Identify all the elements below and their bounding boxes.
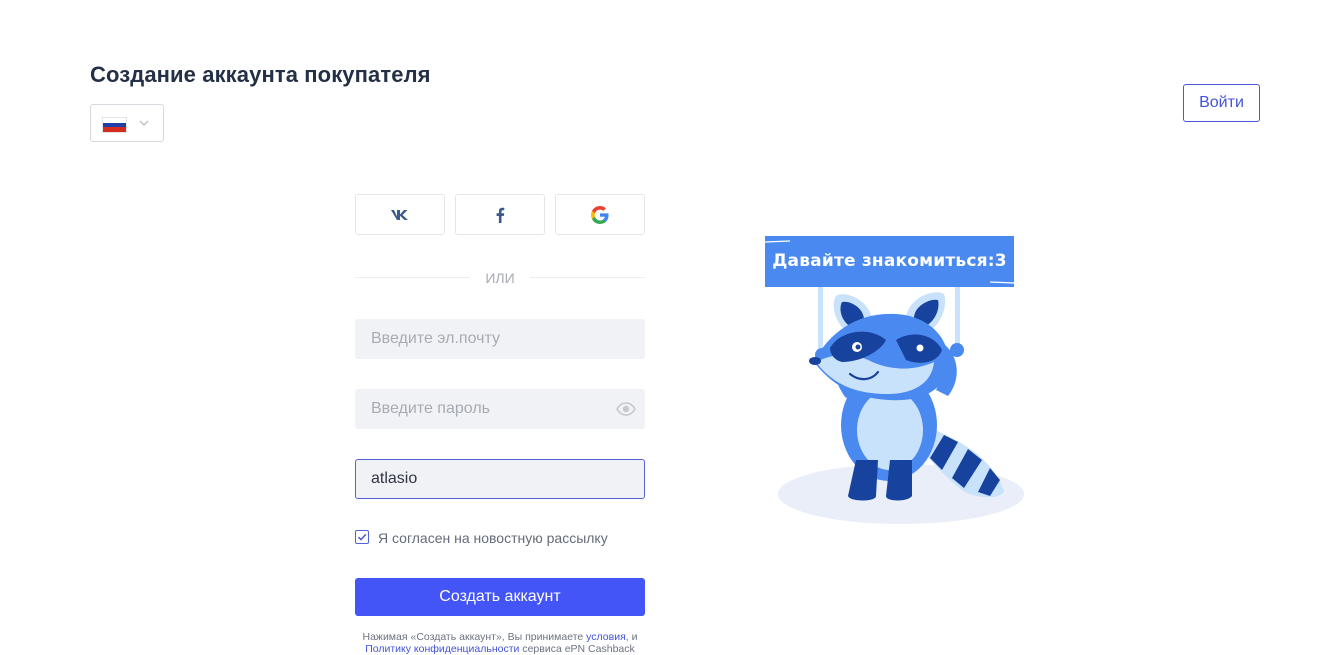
terms-link[interactable]: условия [586, 631, 626, 643]
language-select[interactable] [90, 104, 164, 142]
privacy-policy-link[interactable]: Политику конфиденциальности [365, 643, 519, 655]
terms-prefix: Нажимая «Создать аккаунт», Вы принимаете [362, 631, 587, 643]
google-icon [591, 205, 609, 224]
create-account-button[interactable]: Создать аккаунт [355, 578, 645, 616]
page-title: Создание аккаунта покупателя [90, 62, 431, 87]
email-input[interactable] [355, 319, 645, 359]
newsletter-label: Я согласен на новостную рассылку [378, 530, 608, 546]
newsletter-checkbox[interactable] [355, 530, 369, 544]
chevron-down-icon [139, 120, 149, 126]
terms-suffix: сервиса ePN Cashback [519, 643, 635, 655]
login-button[interactable]: Войти [1183, 84, 1260, 122]
google-login-button[interactable] [555, 194, 645, 235]
terms-text: Нажимая «Создать аккаунт», Вы принимаете… [340, 631, 660, 655]
or-divider: ИЛИ [355, 268, 645, 288]
facebook-login-button[interactable] [455, 194, 545, 235]
mascot-banner-text: Давайте знакомиться:3 [772, 251, 1007, 271]
checkmark-icon [357, 533, 367, 541]
password-input[interactable] [355, 389, 645, 429]
divider-label: ИЛИ [485, 270, 515, 286]
vk-login-button[interactable] [355, 194, 445, 235]
terms-middle: , и [625, 631, 638, 643]
vk-icon [391, 209, 408, 220]
promo-code-input[interactable] [355, 459, 645, 499]
russia-flag-icon [103, 118, 126, 132]
show-password-eye-icon[interactable] [616, 400, 636, 418]
facebook-icon [496, 207, 505, 223]
